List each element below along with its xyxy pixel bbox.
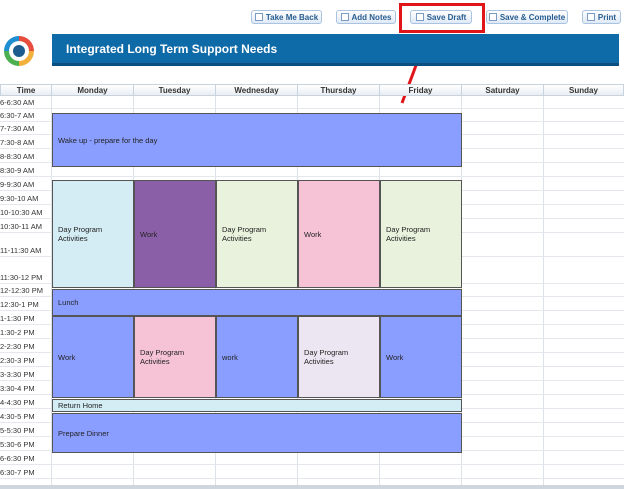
time-slot-label: 10-10:30 AM — [0, 208, 43, 217]
day-label: Sunday — [569, 85, 598, 95]
time-slot-label: 1:30-2 PM — [0, 328, 35, 337]
time-slot-label: 5-5:30 PM — [0, 426, 35, 435]
day-header-monday: Monday — [51, 84, 134, 96]
time-slot-label: 8-8:30 AM — [0, 152, 35, 161]
event-lunch[interactable]: Lunch — [52, 289, 462, 316]
event-monday-day-program[interactable]: Day Program Activities — [52, 180, 134, 288]
time-slot-label: 11-11:30 AM — [0, 246, 42, 255]
time-slot-label: 3:30-4 PM — [0, 384, 35, 393]
time-slot-label: 6:30-7 AM — [0, 111, 35, 120]
event-thursday-day-program[interactable]: Day Program Activities — [298, 316, 380, 398]
time-slot-label: 5:30-6 PM — [0, 440, 35, 449]
day-label: Thursday — [320, 85, 357, 95]
time-slot-label: 2-2:30 PM — [0, 342, 35, 351]
time-header-label: Time — [16, 85, 36, 95]
event-prepare-dinner[interactable]: Prepare Dinner — [52, 413, 462, 453]
day-label: Tuesday — [158, 85, 191, 95]
time-row-line — [0, 176, 624, 177]
day-header-saturday: Saturday — [461, 84, 544, 96]
day-header-wednesday: Wednesday — [215, 84, 298, 96]
day-label: Monday — [77, 85, 108, 95]
day-header-friday: Friday — [379, 84, 462, 96]
time-slot-label: 4-4:30 PM — [0, 398, 35, 407]
time-slot-label: 9-9:30 AM — [0, 180, 35, 189]
time-row-line — [0, 108, 624, 109]
title-bar: Integrated Long Term Support Needs — [52, 34, 619, 66]
time-slot-label: 6-6:30 AM — [0, 98, 35, 107]
day-label: Wednesday — [234, 85, 279, 95]
day-header-tuesday: Tuesday — [133, 84, 216, 96]
time-slot-label: 3-3:30 PM — [0, 370, 35, 379]
event-tuesday-work[interactable]: Work — [134, 180, 216, 288]
event-return-home[interactable]: Return Home — [52, 399, 462, 412]
time-slot-label: 11:30-12 PM — [0, 273, 43, 282]
app-logo — [4, 36, 34, 66]
time-slot-label: 7-7:30 AM — [0, 124, 35, 133]
time-slot-label: 4:30-5 PM — [0, 412, 35, 421]
event-monday-work[interactable]: Work — [52, 316, 134, 398]
event-wednesday-work[interactable]: work — [216, 316, 298, 398]
time-slot-label: 12:30-1 PM — [0, 300, 39, 309]
time-slot-label: 1-1:30 PM — [0, 314, 35, 323]
event-wednesday-day-program[interactable]: Day Program Activities — [216, 180, 298, 288]
time-slot-label: 8:30-9 AM — [0, 166, 35, 175]
time-slot-label: 12-12:30 PM — [0, 286, 43, 295]
time-row-line — [0, 478, 624, 479]
event-friday-work[interactable]: Work — [380, 316, 462, 398]
page-title: Integrated Long Term Support Needs — [66, 42, 278, 56]
time-slot-label: 10:30-11 AM — [0, 222, 42, 231]
time-slot-label: 9:30-10 AM — [0, 194, 39, 203]
event-friday-day-program[interactable]: Day Program Activities — [380, 180, 462, 288]
event-wake-up[interactable]: Wake up - prepare for the day — [52, 113, 462, 167]
time-slot-label: 6:30-7 PM — [0, 468, 35, 477]
day-header-thursday: Thursday — [297, 84, 380, 96]
event-thursday-work[interactable]: Work — [298, 180, 380, 288]
time-slot-label: 2:30-3 PM — [0, 356, 35, 365]
schedule-calendar: Time Monday Tuesday Wednesday Thursday F… — [0, 84, 624, 487]
day-header-sunday: Sunday — [543, 84, 624, 96]
time-row-line — [0, 464, 624, 465]
time-slot-label: 7:30-8 AM — [0, 138, 35, 147]
time-column-header: Time — [0, 84, 52, 96]
time-slot-label: 6-6:30 PM — [0, 454, 35, 463]
day-label: Friday — [408, 85, 433, 95]
event-tuesday-day-program[interactable]: Day Program Activities — [134, 316, 216, 398]
day-label: Saturday — [485, 85, 520, 95]
horizontal-scrollbar[interactable] — [0, 485, 624, 489]
